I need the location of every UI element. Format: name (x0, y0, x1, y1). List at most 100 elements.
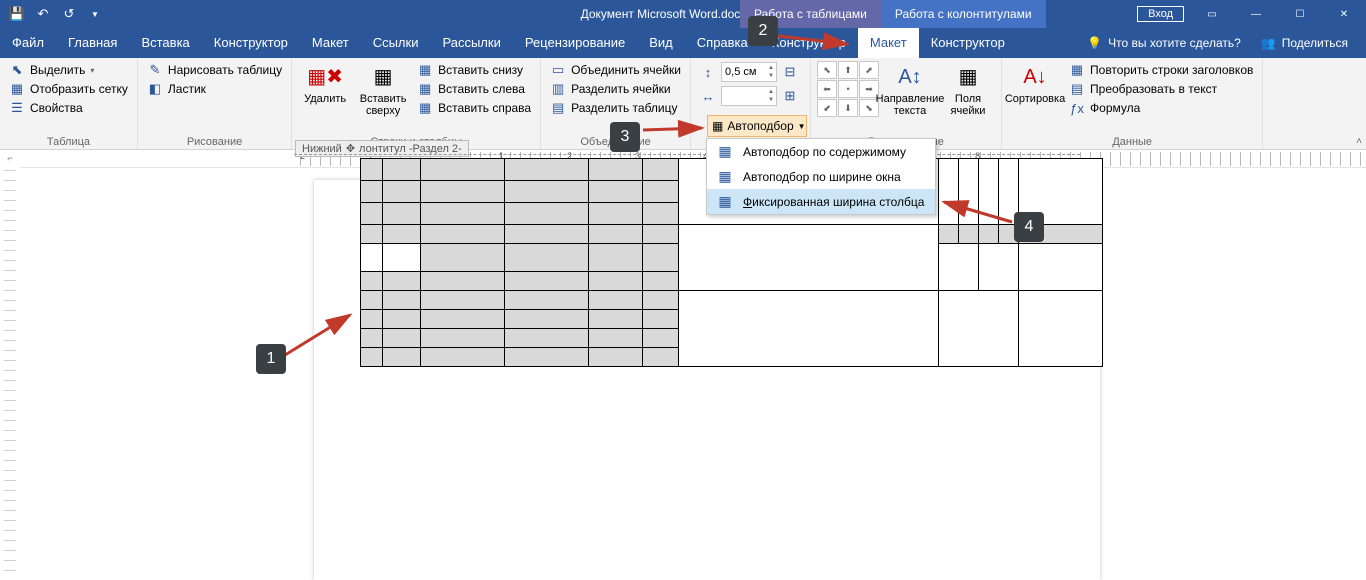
draw-table-label: Нарисовать таблицу (168, 63, 282, 77)
group-draw-label: Рисование (144, 135, 285, 148)
width-icon: ↔ (700, 88, 716, 104)
tab-review[interactable]: Рецензирование (513, 28, 637, 58)
select-button[interactable]: ⬉Выделить▾ (6, 61, 131, 79)
autofit-contents[interactable]: ▦ Автоподбор по содержимому (707, 139, 935, 164)
insert-right-button[interactable]: ▦Вставить справа (414, 99, 534, 117)
insert-above-button[interactable]: ▦Вставить сверху (356, 61, 410, 119)
cell-margins-icon: ▦ (952, 63, 984, 91)
minimize-icon[interactable]: — (1234, 0, 1278, 28)
footer-tag-suffix: лонтитул -Раздел 2- (359, 143, 462, 155)
cell-margins-label: Поля ячейки (943, 93, 993, 117)
pencil-icon: ✎ (147, 62, 163, 78)
annotation-arrow-1 (280, 310, 360, 360)
merge-cells-button[interactable]: ▭ Объединить ячейки (547, 61, 684, 79)
bulb-icon: 💡 (1087, 36, 1102, 50)
delete-button[interactable]: ▦✖ Удалить (298, 61, 352, 107)
undo-icon[interactable]: ↶ (30, 1, 56, 27)
tab-hf-design[interactable]: Конструктор (919, 28, 1017, 58)
share-label: Поделиться (1282, 36, 1348, 50)
ruler-corner: ⌐ (2, 150, 18, 166)
autofit-button[interactable]: ▦ Автоподбор ▼ (707, 115, 807, 137)
split-label: Разделить ячейки (571, 82, 671, 96)
group-draw: ✎ Нарисовать таблицу ◧ Ластик Рисование (138, 58, 292, 149)
convert-icon: ▤ (1069, 81, 1085, 97)
width-input[interactable] (722, 90, 766, 102)
insert-above-label: Вставить сверху (358, 93, 408, 117)
tab-layout[interactable]: Макет (300, 28, 361, 58)
quick-access-toolbar: 💾 ↶ ↺ ▼ (0, 1, 108, 27)
text-direction-icon: A↕ (894, 63, 926, 91)
insert-right-icon: ▦ (417, 100, 433, 116)
split-table-button[interactable]: ▤Разделить таблицу (547, 99, 684, 117)
group-data: A↓ Сортировка ▦Повторить строки заголовко… (1002, 58, 1263, 149)
sort-icon: A↓ (1019, 63, 1051, 91)
alignment-grid[interactable]: ⬉⬆⬈ ⬅•➡ ⬋⬇⬊ (817, 61, 879, 117)
distribute-cols-icon[interactable]: ⊞ (782, 88, 798, 104)
collapse-ribbon-icon[interactable]: ˄ (1356, 136, 1362, 147)
tab-mailings[interactable]: Рассылки (430, 28, 512, 58)
autofit-window-icon: ▦ (715, 168, 735, 185)
tab-file[interactable]: Файл (0, 28, 56, 58)
autofit-contents-icon: ▦ (715, 143, 735, 160)
view-gridlines-button[interactable]: ▦Отобразить сетку (6, 80, 131, 98)
qat-more-icon[interactable]: ▼ (82, 1, 108, 27)
col-width[interactable]: ↔ ▲▼ ⊞ (697, 85, 801, 107)
repeat-header-icon: ▦ (1069, 62, 1085, 78)
close-icon[interactable]: ✕ (1322, 0, 1366, 28)
save-icon[interactable]: 💾 (4, 1, 30, 27)
draw-table-button[interactable]: ✎ Нарисовать таблицу (144, 61, 285, 79)
text-direction-label: Направление текста (876, 93, 945, 117)
tab-table-layout[interactable]: Макет (858, 28, 919, 58)
insert-below-label: Вставить снизу (438, 63, 523, 77)
fixed-width-label: Фиксированная ширина столбца (743, 195, 924, 209)
cell-margins-button[interactable]: ▦Поля ячейки (941, 61, 995, 119)
autofit-dropdown: ▦ Автоподбор по содержимому ▦Автоподбор п… (706, 138, 936, 215)
title-bar: 💾 ↶ ↺ ▼ Документ Microsoft Word.docx - W… (0, 0, 1366, 28)
tell-me[interactable]: 💡Что вы хотите сделать? (1087, 36, 1241, 50)
vertical-ruler[interactable] (2, 170, 18, 580)
tab-view[interactable]: Вид (637, 28, 685, 58)
distribute-rows-icon[interactable]: ⊟ (782, 64, 798, 80)
eraser-label: Ластик (168, 82, 206, 96)
delete-label: Удалить (304, 93, 346, 105)
height-input[interactable] (722, 66, 766, 78)
autofit-window[interactable]: ▦Автоподбор по ширине окна (707, 164, 935, 189)
sign-in-button[interactable]: Вход (1137, 6, 1184, 22)
split-cells-button[interactable]: ▥ Разделить ячейки (547, 80, 684, 98)
delete-table-icon: ▦✖ (309, 63, 341, 91)
sort-button[interactable]: A↓ Сортировка (1008, 61, 1062, 107)
autofit-contents-label: Автоподбор по содержимому (743, 145, 906, 159)
row-height[interactable]: ↕ ▲▼ ⊟ (697, 61, 801, 83)
ribbon-options-icon[interactable]: ▭ (1190, 0, 1234, 28)
share-icon: 👥 (1261, 36, 1276, 50)
group-table-label: Таблица (6, 135, 131, 148)
insert-left-label: Вставить слева (438, 82, 525, 96)
eraser-button[interactable]: ◧ Ластик (144, 80, 285, 98)
sort-label: Сортировка (1005, 93, 1065, 105)
insert-left-button[interactable]: ▦Вставить слева (414, 80, 534, 98)
tab-references[interactable]: Ссылки (361, 28, 431, 58)
text-direction-button[interactable]: A↕Направление текста (883, 61, 937, 119)
merge-icon: ▭ (550, 62, 566, 78)
properties-button[interactable]: ☰Свойства (6, 99, 131, 117)
repeat-header-button[interactable]: ▦Повторить строки заголовков (1066, 61, 1256, 79)
annotation-arrow-2 (775, 24, 855, 54)
redo-icon[interactable]: ↺ (56, 1, 82, 27)
tab-design[interactable]: Конструктор (202, 28, 300, 58)
convert-text-button[interactable]: ▤Преобразовать в текст (1066, 80, 1256, 98)
tab-home[interactable]: Главная (56, 28, 129, 58)
insert-below-button[interactable]: ▦Вставить снизу (414, 61, 534, 79)
grid-icon: ▦ (9, 81, 25, 97)
merge-label: Объединить ячейки (571, 63, 681, 77)
group-alignment: ⬉⬆⬈ ⬅•➡ ⬋⬇⬊ A↕Направление текста ▦Поля я… (811, 58, 1002, 149)
insert-above-icon: ▦ (367, 63, 399, 91)
fixed-width[interactable]: ▦ Фиксированная ширина столбца (707, 189, 935, 214)
properties-icon: ☰ (9, 100, 25, 116)
maximize-icon[interactable]: ☐ (1278, 0, 1322, 28)
fixed-width-icon: ▦ (715, 193, 735, 210)
share-button[interactable]: 👥 Поделиться (1261, 36, 1348, 50)
tab-insert[interactable]: Вставка (129, 28, 201, 58)
eraser-icon: ◧ (147, 81, 163, 97)
formula-button[interactable]: ƒxФормула (1066, 99, 1256, 117)
split-icon: ▥ (550, 81, 566, 97)
